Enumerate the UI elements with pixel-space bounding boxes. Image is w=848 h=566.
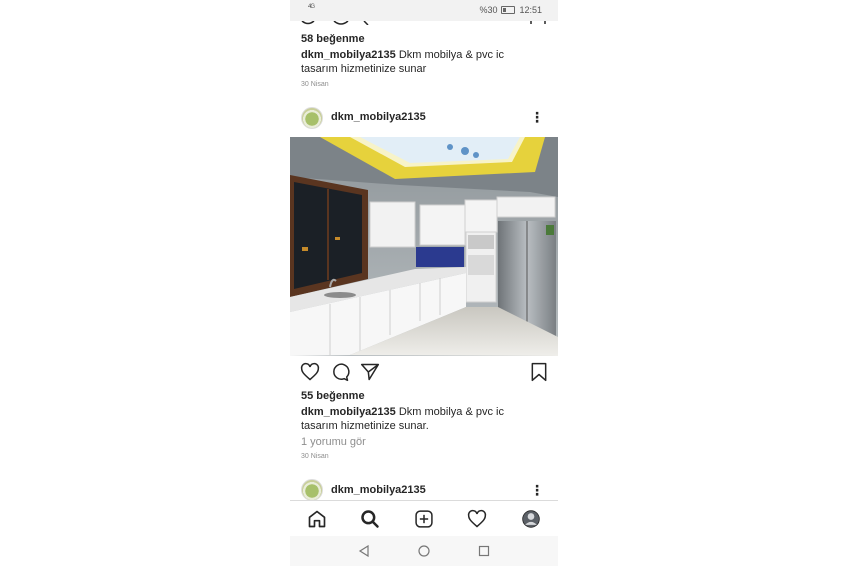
battery-percent: %30 [479, 5, 498, 15]
clock: 12:51 [519, 5, 542, 15]
search-icon[interactable] [360, 509, 380, 529]
post2-caption-username[interactable]: dkm_mobilya2135 [301, 406, 396, 418]
heart-icon[interactable] [300, 362, 320, 382]
post2-caption: dkm_mobilya2135 Dkm mobilya & pvc ic tas… [301, 405, 541, 433]
bottom-navigation [290, 500, 558, 536]
post2-date: 30 Nisan [301, 453, 329, 460]
add-post-icon[interactable] [414, 509, 434, 529]
bookmark-icon[interactable] [529, 362, 549, 382]
previous-post-action-icons [301, 21, 546, 25]
post2-avatar[interactable] [301, 107, 323, 129]
post3-header: dkm_mobilya2135 ⋮ [290, 478, 558, 502]
home-icon[interactable] [307, 509, 327, 529]
back-icon[interactable] [358, 545, 370, 557]
status-right: %30 12:51 [479, 5, 542, 15]
view-comments-link[interactable]: 1 yorumu gör [301, 436, 366, 448]
signal-indicator: 4G [308, 4, 315, 10]
post1-date: 30 Nisan [301, 81, 329, 88]
post2-photo[interactable] [290, 137, 558, 356]
post3-avatar[interactable] [301, 479, 323, 501]
comment-icon[interactable] [330, 362, 350, 382]
recents-icon[interactable] [478, 545, 490, 557]
post3-username[interactable]: dkm_mobilya2135 [331, 484, 426, 496]
instagram-app: 4G %30 12:51 58 beğenme dkm_mobilya2135 … [290, 0, 558, 566]
post1-like-count[interactable]: 58 beğenme [301, 33, 365, 45]
post1-caption-username[interactable]: dkm_mobilya2135 [301, 49, 396, 61]
status-bar: 4G %30 12:51 [290, 0, 558, 21]
post2-like-count[interactable]: 55 beğenme [301, 390, 365, 402]
send-icon[interactable] [360, 362, 380, 382]
more-options-icon[interactable]: ⋮ [530, 110, 544, 124]
home-circle-icon[interactable] [418, 545, 430, 557]
battery-icon [501, 6, 516, 14]
post2-username[interactable]: dkm_mobilya2135 [331, 111, 426, 123]
post2-header: dkm_mobilya2135 ⋮ [290, 106, 558, 130]
more-options-icon[interactable]: ⋮ [530, 483, 544, 497]
post1-caption: dkm_mobilya2135 Dkm mobilya & pvc ic tas… [301, 48, 541, 76]
profile-avatar[interactable] [521, 509, 541, 529]
post2-actions [290, 362, 558, 384]
system-navigation-bar [290, 536, 558, 566]
activity-heart-icon[interactable] [467, 509, 487, 529]
